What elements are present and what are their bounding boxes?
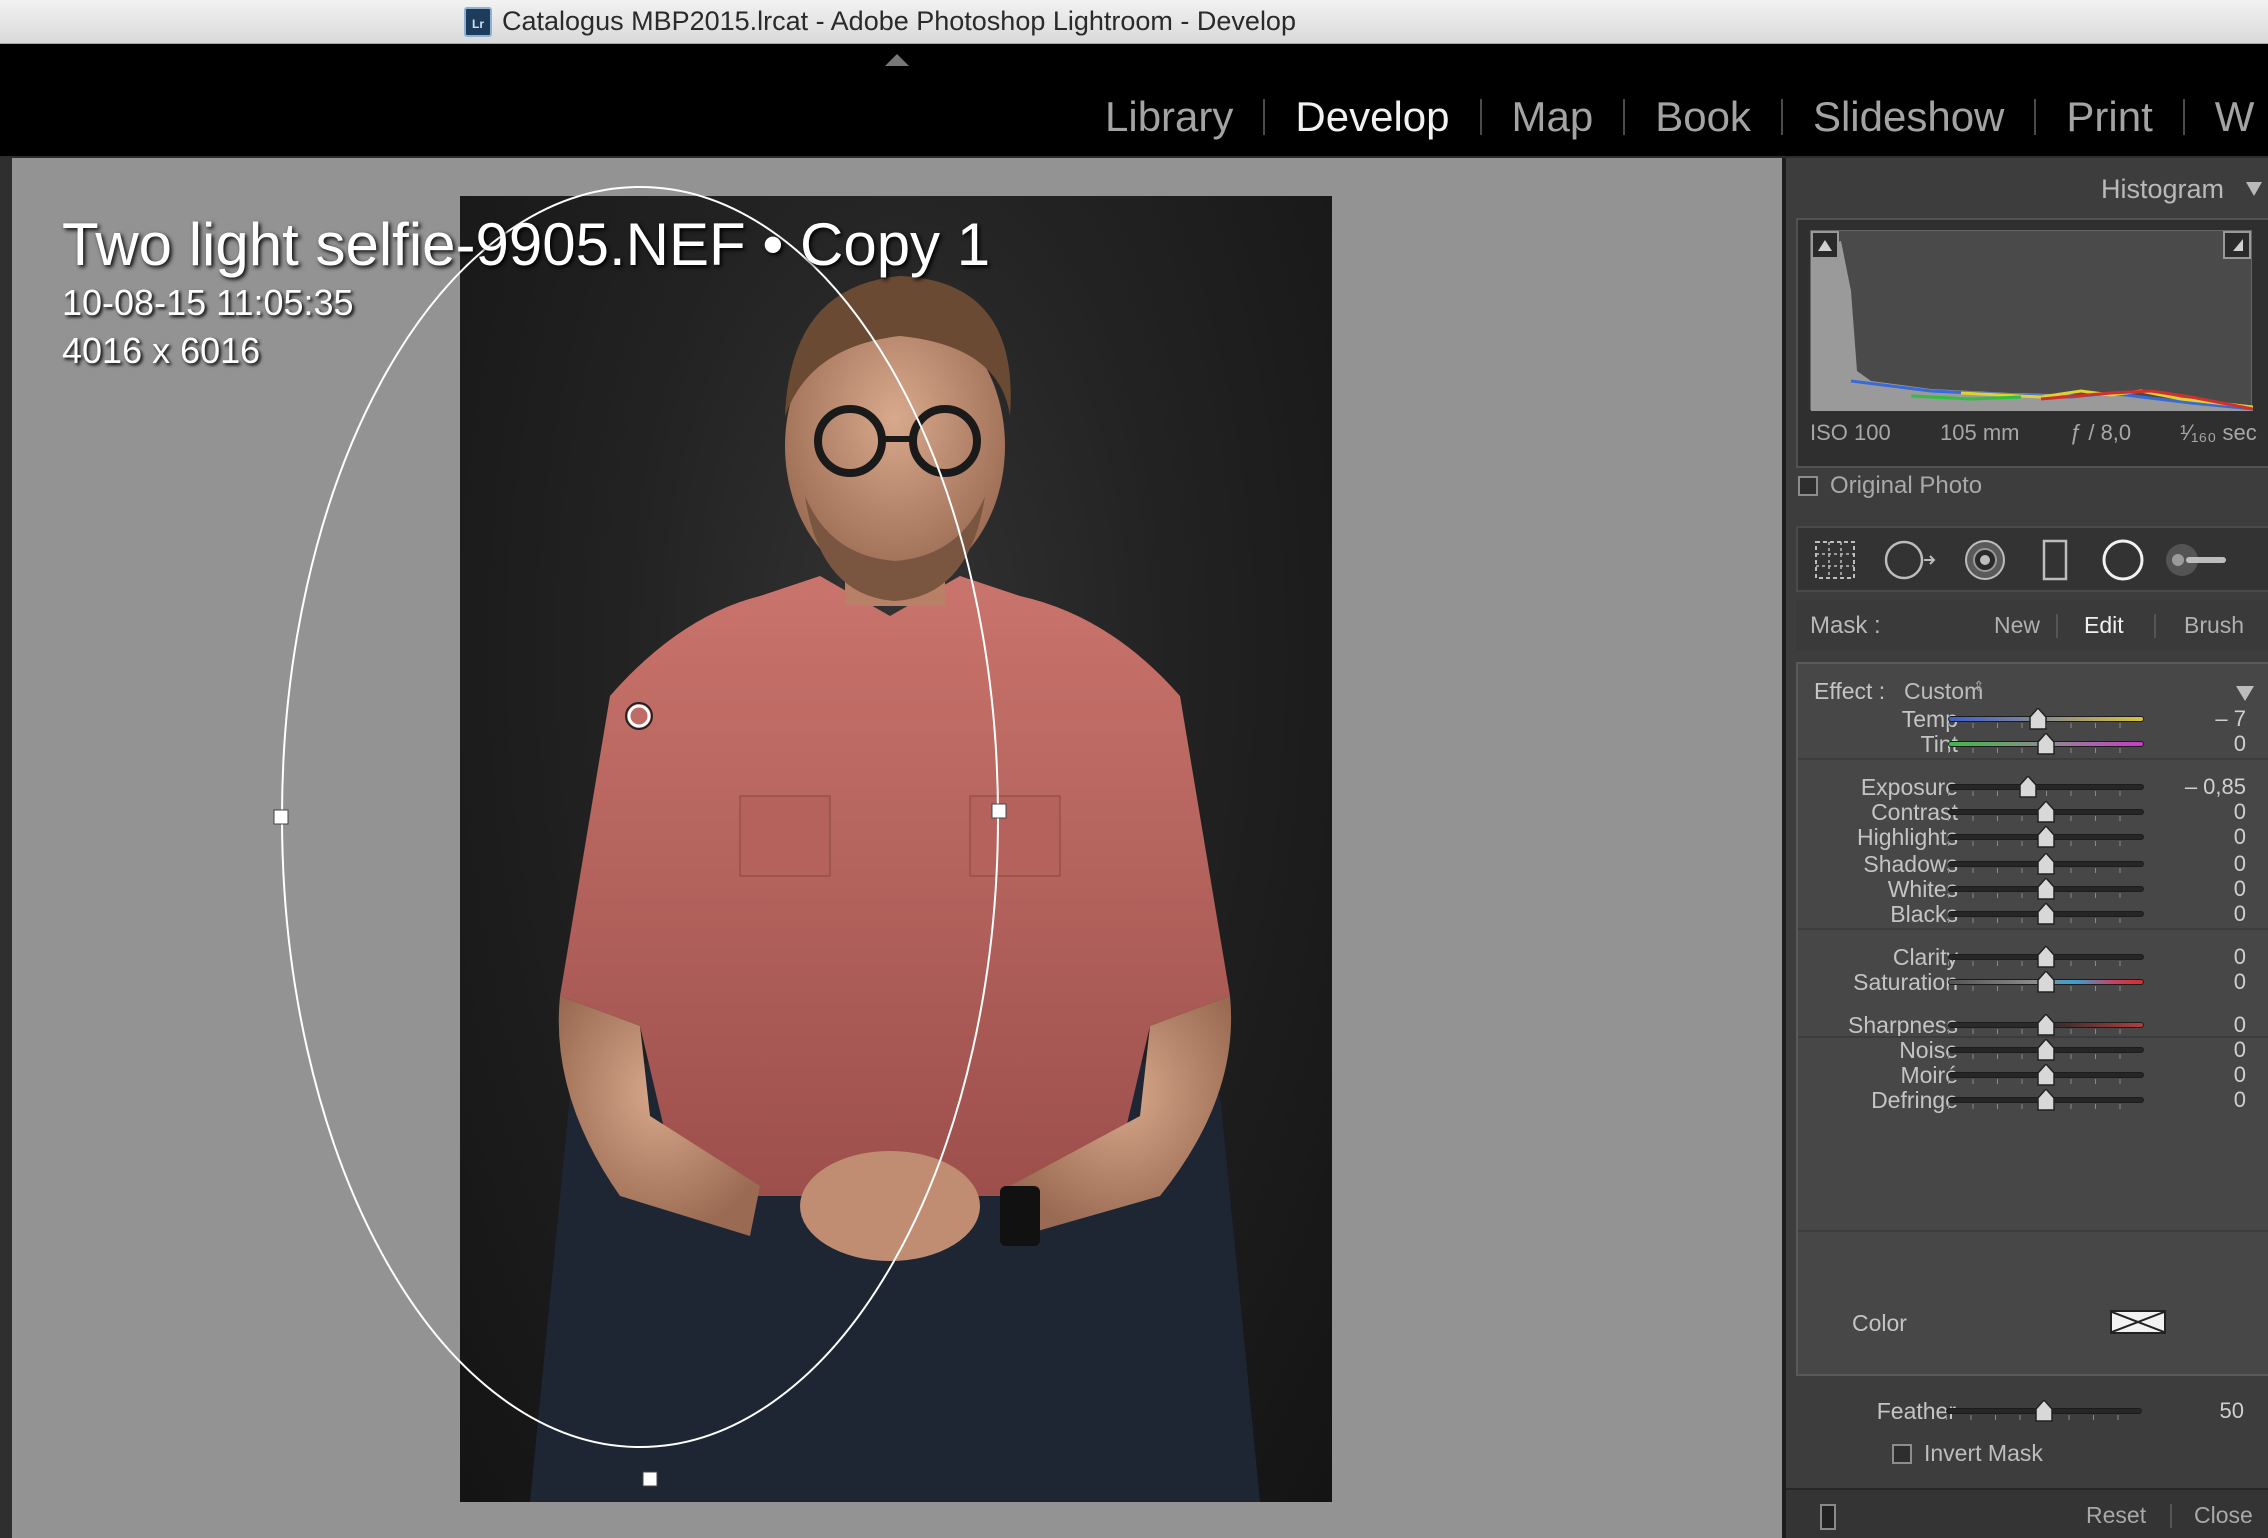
slider-row-blacks: Blacks 0 [1798, 897, 2268, 931]
module-library[interactable]: Library [1105, 93, 1233, 141]
histogram-title: Histogram [2100, 174, 2224, 204]
close-button[interactable]: Close [2194, 1502, 2253, 1529]
effect-panel: Effect : Custom ⇕ Temp – 7 Tint 0 Exposure – … [1796, 662, 2268, 1376]
color-swatch-button[interactable] [2110, 1310, 2166, 1334]
panel-on-off-switch[interactable] [1820, 1504, 1836, 1530]
photo-info-dimensions: 4016 x 6016 [62, 330, 261, 371]
slider-row-defringe: Defringe 0 [1798, 1083, 2268, 1117]
exif-aperture: ƒ / 8,0 [2070, 420, 2132, 445]
slider-thumb-saturation[interactable] [2037, 969, 2055, 993]
color-row: Color [1798, 1304, 2268, 1344]
window-title-bar: Lr Catalogus MBP2015.lrcat - Adobe Photo… [0, 0, 2268, 44]
color-label: Color [1852, 1310, 1907, 1336]
exif-iso: ISO 100 [1810, 420, 1891, 445]
reset-button[interactable]: Reset [2086, 1502, 2146, 1529]
right-panel: Histogram ISO 100 105 mm ƒ / 8,0 ¹⁄₁₆₀ s… [1782, 158, 2268, 1538]
slider-label-saturation: Saturation [1853, 969, 1958, 995]
collapse-top-panel-icon[interactable] [885, 54, 909, 66]
module-separator [1780, 99, 1783, 135]
slider-row-saturation: Saturation 0 [1798, 965, 2268, 999]
photo-info-filename: Two light selfie-9905.NEF • Copy 1 [62, 211, 991, 278]
radial-filter-pin[interactable] [627, 704, 651, 728]
mask-row: Mask : New Edit Brush [1796, 600, 2268, 650]
develop-tool-strip [1796, 526, 2268, 592]
slider-value-saturation[interactable]: 0 [2234, 969, 2246, 995]
original-photo-label: Original Photo [1830, 472, 1983, 499]
histogram-graph[interactable] [1810, 230, 2254, 411]
module-separator [1623, 99, 1626, 135]
window-title: Catalogus MBP2015.lrcat - Adobe Photosho… [502, 6, 1296, 36]
module-separator [2034, 99, 2037, 135]
slider-track-exposure[interactable] [1948, 784, 2144, 790]
exif-shutter: ¹⁄₁₆₀ sec [2180, 420, 2257, 445]
slider-thumb-defringe[interactable] [2037, 1087, 2055, 1111]
red-eye-icon[interactable] [1962, 538, 2008, 582]
module-picker: Library Develop Map Book Slideshow Print W [0, 44, 2268, 158]
exif-info: ISO 100 105 mm ƒ / 8,0 ¹⁄₁₆₀ sec [1810, 420, 2260, 456]
slider-thumb-blacks[interactable] [2037, 901, 2055, 925]
shadow-clipping-button[interactable] [1811, 231, 1839, 259]
panel-collapse-triangle-icon[interactable] [2246, 182, 2262, 196]
radial-filter-icon[interactable] [2100, 538, 2146, 582]
panel-footer: Reset Close [1786, 1488, 2268, 1538]
slider-value-tint[interactable]: 0 [2234, 731, 2246, 757]
histogram-panel: ISO 100 105 mm ƒ / 8,0 ¹⁄₁₆₀ sec [1796, 218, 2268, 468]
module-print[interactable]: Print [2066, 93, 2152, 141]
feather-label: Feather [1876, 1398, 1956, 1424]
histogram-header[interactable]: Histogram [1786, 158, 2268, 218]
effect-collapse-triangle-icon[interactable] [2236, 686, 2254, 701]
slider-thumb-highlights[interactable] [2037, 824, 2055, 848]
module-book[interactable]: Book [1655, 93, 1751, 141]
effect-label: Effect : [1814, 678, 1886, 704]
mask-edit-button[interactable]: Edit [2084, 612, 2124, 639]
histogram-plot [1811, 241, 2254, 411]
slider-row-tint: Tint 0 [1798, 727, 2268, 761]
mask-new-button[interactable]: New [1994, 612, 2040, 639]
original-photo-toggle[interactable]: Original Photo [1798, 471, 1982, 501]
invert-mask-checkbox[interactable] [1892, 1444, 1912, 1464]
feather-slider-thumb[interactable] [2035, 1398, 2053, 1422]
module-develop[interactable]: Develop [1295, 93, 1449, 141]
highlight-clipping-button[interactable] [2223, 231, 2251, 259]
adjustment-brush-icon[interactable] [2162, 538, 2232, 582]
image-canvas[interactable]: Two light selfie-9905.NEF • Copy 1 10-08… [0, 158, 1782, 1538]
effect-preset-dropdown[interactable]: Custom [1904, 678, 1983, 705]
updown-arrows-icon[interactable]: ⇕ [1973, 678, 1985, 695]
module-list: Library Develop Map Book Slideshow Print W [1105, 92, 2254, 142]
graduated-filter-icon[interactable] [2032, 538, 2078, 582]
spot-removal-icon[interactable] [1882, 538, 1938, 582]
invert-mask-label: Invert Mask [1924, 1440, 2043, 1466]
mask-label: Mask : [1810, 612, 1881, 639]
module-separator [1263, 99, 1266, 135]
module-map[interactable]: Map [1512, 93, 1594, 141]
exif-focal-length: 105 mm [1940, 420, 2020, 445]
lightroom-app-icon: Lr [464, 7, 492, 37]
slider-value-blacks[interactable]: 0 [2234, 901, 2246, 927]
radial-filter-handle-bottom[interactable] [642, 1471, 658, 1487]
feather-value[interactable]: 50 [2220, 1398, 2244, 1424]
slider-thumb-tint[interactable] [2037, 731, 2055, 755]
invert-mask-row[interactable]: Invert Mask [1796, 1436, 2268, 1476]
radial-filter-overlay[interactable] [0, 158, 1782, 1538]
radial-filter-handle-right[interactable] [991, 803, 1007, 819]
slider-value-defringe[interactable]: 0 [2234, 1087, 2246, 1113]
photo-info-datetime: 10-08-15 11:05:35 [62, 282, 354, 323]
module-separator [1479, 99, 1482, 135]
mask-brush-button[interactable]: Brush [2184, 612, 2244, 639]
crop-overlay-icon[interactable] [1812, 538, 1858, 582]
module-w[interactable]: W [2215, 93, 2255, 141]
module-separator [2182, 99, 2185, 135]
radial-filter-handle-left[interactable] [273, 809, 289, 825]
module-slideshow[interactable]: Slideshow [1813, 93, 2004, 141]
slider-label-defringe: Defringe [1871, 1087, 1958, 1113]
feather-slider-row: Feather 50 [1796, 1386, 2268, 1436]
original-photo-checkbox[interactable] [1798, 476, 1818, 496]
